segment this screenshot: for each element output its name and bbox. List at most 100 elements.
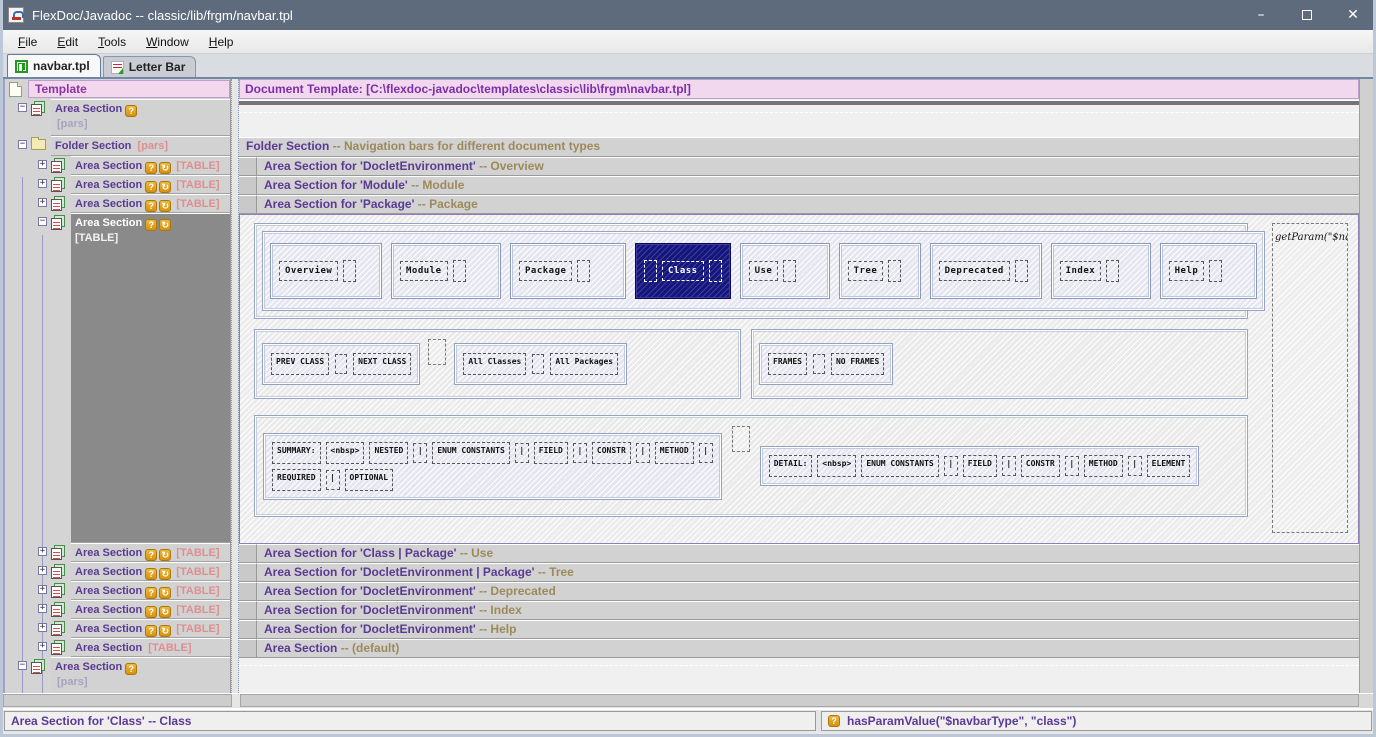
tab-navbar-tpl[interactable]: navbar.tpl bbox=[7, 54, 101, 77]
collapse-icon[interactable]: − bbox=[18, 140, 27, 149]
tree-item-label: Area Section bbox=[75, 547, 142, 559]
collapse-icon[interactable]: − bbox=[18, 103, 27, 112]
tree-item[interactable]: +Area Section?↻ [TABLE] bbox=[5, 543, 230, 562]
expand-icon[interactable]: + bbox=[38, 179, 47, 188]
collapse-icon[interactable]: − bbox=[18, 661, 27, 670]
tree-item[interactable]: −Area Section?↻[TABLE] bbox=[5, 213, 230, 543]
tree-horizontal-scrollbar[interactable] bbox=[3, 694, 232, 707]
section-row[interactable]: Area Section for 'DocletEnvironment' -- … bbox=[239, 620, 1359, 639]
cell-label: Index bbox=[1060, 261, 1102, 281]
navbar-cell-class[interactable]: Class bbox=[635, 243, 731, 299]
selected-area-section-design[interactable]: OverviewModulePackageClassUseTreeDepreca… bbox=[239, 214, 1359, 544]
cell-label: METHOD bbox=[1084, 455, 1123, 477]
panel-splitter[interactable] bbox=[231, 79, 239, 693]
section-row[interactable]: Area Section for 'DocletEnvironment | Pa… bbox=[239, 563, 1359, 582]
tree-item[interactable]: +Area Section?↻ [TABLE] bbox=[5, 619, 230, 638]
row-cell: Area Section for 'Module' -- Module bbox=[257, 176, 1359, 195]
menu-window[interactable]: Window bbox=[137, 32, 198, 52]
navbar-cell-deprecated[interactable]: Deprecated bbox=[930, 243, 1042, 299]
tree-item[interactable]: +Area Section?↻ [TABLE] bbox=[5, 175, 230, 194]
menu-edit[interactable]: Edit bbox=[48, 32, 87, 52]
navbar-cell-tree[interactable]: Tree bbox=[839, 243, 921, 299]
row-desc: -- Deprecated bbox=[476, 584, 556, 598]
tree-gutter: + bbox=[5, 619, 71, 638]
scroll-corner bbox=[1359, 694, 1373, 708]
navbar-cell-module[interactable]: Module bbox=[391, 243, 501, 299]
section-row[interactable]: Area Section for 'Module' -- Module bbox=[239, 176, 1359, 195]
section-row[interactable]: Area Section for 'DocletEnvironment' -- … bbox=[239, 582, 1359, 601]
maximize-button[interactable] bbox=[1284, 0, 1330, 30]
tree-gutter: + bbox=[5, 175, 71, 194]
collapse-icon[interactable]: − bbox=[38, 217, 47, 226]
pipe-box: | bbox=[636, 443, 650, 463]
summary-group[interactable]: SUMMARY:<nbsp>NESTED|ENUM CONSTANTS|FIEL… bbox=[263, 433, 722, 500]
cell-label: ENUM CONSTANTS bbox=[432, 442, 509, 464]
tree-gutter: − bbox=[5, 136, 51, 156]
section-row[interactable]: Area Section for 'DocletEnvironment' -- … bbox=[239, 601, 1359, 620]
section-row[interactable]: Area Section for 'Package' -- Package bbox=[239, 195, 1359, 214]
section-icon bbox=[51, 621, 65, 636]
navbar-cell-overview[interactable]: Overview bbox=[270, 243, 382, 299]
expand-icon[interactable]: + bbox=[38, 547, 47, 556]
row-indent-cell bbox=[239, 195, 257, 214]
minimize-button[interactable]: – bbox=[1238, 0, 1284, 30]
tree-item[interactable]: −Area Section?[pars] bbox=[5, 99, 230, 136]
loop-icon: ↻ bbox=[159, 162, 171, 174]
menu-help[interactable]: Help bbox=[200, 32, 243, 52]
tree-item-label: Area Section bbox=[75, 217, 142, 229]
navbar-cell-index[interactable]: Index bbox=[1051, 243, 1151, 299]
tree-item[interactable]: +Area Section?↻ [TABLE] bbox=[5, 194, 230, 213]
tree-item-label-cell: Area Section [TABLE] bbox=[71, 638, 230, 657]
tree-item[interactable]: + Area Section [TABLE] bbox=[5, 638, 230, 657]
section-rows-after: Area Section for 'Class | Package' -- Us… bbox=[239, 544, 1359, 658]
prev-next-class-group[interactable]: PREV CLASSNEXT CLASS bbox=[262, 343, 420, 385]
navbar-cell-help[interactable]: Help bbox=[1160, 243, 1257, 299]
menu-file[interactable]: File bbox=[9, 32, 46, 52]
section-icon-front bbox=[51, 218, 62, 230]
tree-item[interactable]: +Area Section?↻ [TABLE] bbox=[5, 562, 230, 581]
cell-label: PREV CLASS bbox=[271, 353, 329, 375]
all-classes-packages-group[interactable]: All ClassesAll Packages bbox=[454, 343, 627, 385]
expand-icon[interactable]: + bbox=[38, 623, 47, 632]
section-row[interactable]: Area Section -- (default) bbox=[239, 639, 1359, 658]
section-icon bbox=[51, 177, 65, 192]
expand-icon[interactable]: + bbox=[38, 198, 47, 207]
expression-strip[interactable]: getParam("$nav bbox=[1272, 223, 1348, 533]
frames-group[interactable]: FRAMESNO FRAMES bbox=[759, 343, 893, 385]
placeholder-box bbox=[1209, 260, 1222, 282]
menu-tools[interactable]: Tools bbox=[89, 32, 135, 52]
tree-item[interactable]: +Area Section?↻ [TABLE] bbox=[5, 581, 230, 600]
expand-icon[interactable]: + bbox=[38, 642, 47, 651]
section-row[interactable]: Area Section for 'DocletEnvironment' -- … bbox=[239, 157, 1359, 176]
row-indent-cell bbox=[239, 639, 257, 658]
tree-root-template[interactable]: Template bbox=[5, 79, 230, 99]
expand-icon[interactable]: + bbox=[38, 604, 47, 613]
row-desc: -- Use bbox=[456, 546, 493, 560]
expand-icon[interactable]: + bbox=[38, 566, 47, 575]
tree-gutter: + bbox=[5, 581, 71, 600]
tree-item-suffix: [TABLE] bbox=[173, 566, 219, 578]
vertical-scrollbar[interactable] bbox=[1359, 79, 1373, 693]
folder-section-row[interactable]: Folder Section -- Navigation bars for di… bbox=[239, 137, 1359, 157]
navbar-cell-use[interactable]: Use bbox=[740, 243, 830, 299]
section-row[interactable]: Area Section for 'Class | Package' -- Us… bbox=[239, 544, 1359, 563]
section-icon-front bbox=[51, 624, 62, 636]
row-desc: -- Index bbox=[476, 603, 522, 617]
row-indent-cell bbox=[239, 544, 257, 563]
section-icon bbox=[51, 640, 65, 655]
expand-icon[interactable]: + bbox=[38, 160, 47, 169]
section-icon bbox=[51, 545, 65, 560]
navbar-cell-package[interactable]: Package bbox=[510, 243, 626, 299]
tree-item[interactable]: +Area Section?↻ [TABLE] bbox=[5, 600, 230, 619]
tree-item[interactable]: −Area Section?[pars] bbox=[5, 657, 230, 693]
close-button[interactable]: ✕ bbox=[1330, 0, 1376, 30]
tree-item[interactable]: −Folder Section [pars] bbox=[5, 136, 230, 156]
expand-icon[interactable]: + bbox=[38, 585, 47, 594]
tree-item[interactable]: +Area Section?↻ [TABLE] bbox=[5, 156, 230, 175]
tree-gutter: − bbox=[5, 213, 71, 543]
pipe-box: | bbox=[573, 443, 587, 463]
main-horizontal-scrollbar[interactable] bbox=[240, 694, 1359, 707]
tab-letter-bar[interactable]: Letter Bar bbox=[103, 56, 197, 77]
tree-item-label: Area Section bbox=[75, 604, 142, 616]
detail-group[interactable]: DETAIL:<nbsp>ENUM CONSTANTS|FIELD|CONSTR… bbox=[760, 446, 1200, 486]
